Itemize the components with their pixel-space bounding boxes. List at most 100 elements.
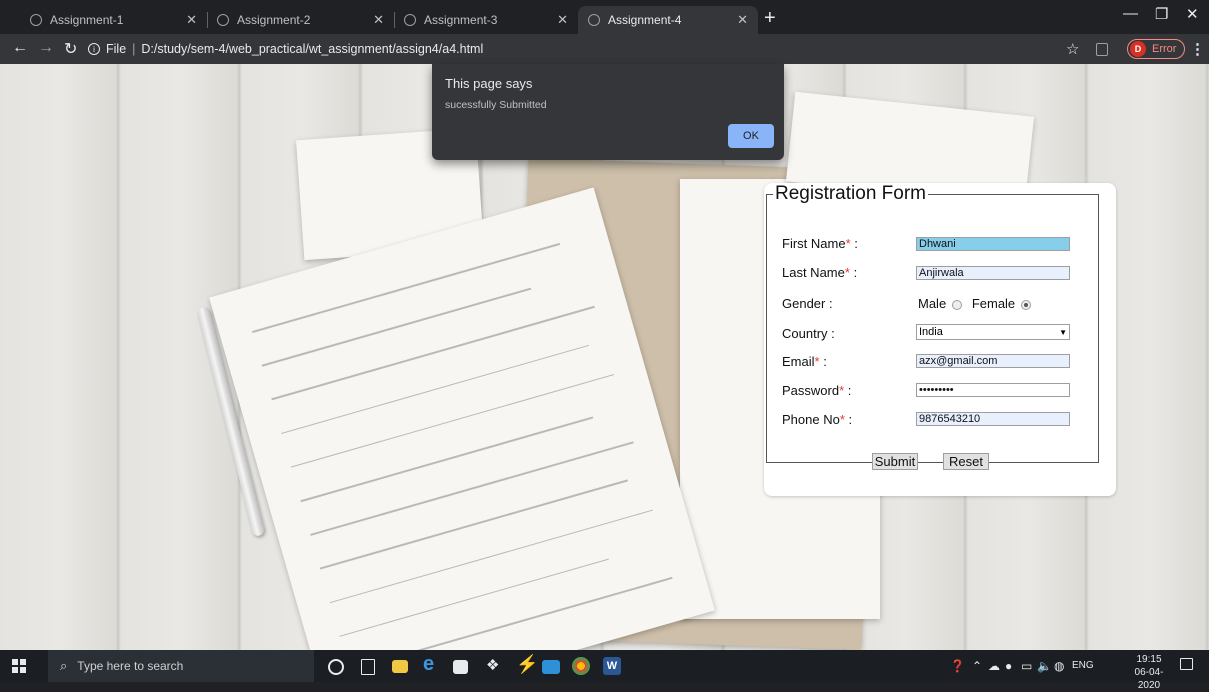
close-icon[interactable]: ✕ xyxy=(737,12,748,28)
globe-icon xyxy=(217,14,229,26)
first-name-input[interactable]: Dhwani xyxy=(916,237,1070,251)
colon: : xyxy=(823,354,827,369)
tab-strip: Assignment-1 ✕ Assignment-2 ✕ Assignment… xyxy=(0,0,1209,34)
phone-input[interactable]: 9876543210 xyxy=(916,412,1070,426)
required-mark: * xyxy=(845,236,851,251)
globe-icon xyxy=(588,14,600,26)
male-radio[interactable] xyxy=(952,299,963,310)
language-indicator[interactable]: ENG xyxy=(1072,660,1094,671)
gender-options: Male Female xyxy=(918,296,1037,311)
chevron-down-icon: ▼ xyxy=(1059,327,1067,337)
vscode-icon[interactable]: ⚡ xyxy=(516,654,538,674)
menu-icon[interactable]: ⋮ xyxy=(1190,40,1205,58)
alert-message: sucessfully Submitted xyxy=(445,99,547,111)
country-value: India xyxy=(919,326,943,338)
store-icon[interactable] xyxy=(453,660,468,674)
email-label: Email* : xyxy=(782,354,827,369)
reset-button[interactable]: Reset xyxy=(943,453,989,470)
colon: : xyxy=(848,412,853,427)
word-icon[interactable]: W xyxy=(603,657,621,675)
tab-title: Assignment-2 xyxy=(237,13,311,27)
female-radio[interactable] xyxy=(1021,299,1032,310)
clock-time: 19:15 xyxy=(1136,654,1162,665)
last-name-label: Last Name* : xyxy=(782,265,857,280)
close-window-icon[interactable]: ✕ xyxy=(1186,5,1199,23)
profile-status: Error xyxy=(1152,43,1177,55)
tab-assignment-1[interactable]: Assignment-1 ✕ xyxy=(20,6,208,34)
chrome-icon[interactable] xyxy=(572,657,590,675)
male-label: Male xyxy=(918,296,947,311)
country-select[interactable]: India ▼ xyxy=(916,324,1070,340)
restore-icon[interactable]: ❐ xyxy=(1155,5,1168,23)
info-icon[interactable]: i xyxy=(88,43,100,55)
profile-button[interactable]: D Error xyxy=(1127,39,1186,59)
label-text: Last Name xyxy=(782,265,845,280)
colon: : xyxy=(854,236,858,251)
colon: : xyxy=(853,265,858,280)
password-input[interactable]: ••••••••• xyxy=(916,383,1070,397)
required-mark: * xyxy=(839,412,845,427)
pdf-icon[interactable] xyxy=(1096,43,1108,56)
clock[interactable]: 19:15 06-04-2020 xyxy=(1128,653,1170,692)
minimize-icon[interactable]: — xyxy=(1123,5,1138,22)
help-icon[interactable]: ❓ xyxy=(950,659,965,673)
label-text: Gender xyxy=(782,296,826,311)
form-legend: Registration Form xyxy=(775,183,926,204)
colon: : xyxy=(831,326,835,341)
alert-title: This page says xyxy=(445,76,533,91)
chevron-up-icon[interactable]: ⌃ xyxy=(972,659,982,673)
taskbar-search[interactable]: ⌕ Type here to search xyxy=(48,650,314,682)
tab-assignment-4[interactable]: Assignment-4 ✕ xyxy=(578,6,758,34)
mail-icon[interactable] xyxy=(542,660,560,674)
tab-assignment-2[interactable]: Assignment-2 ✕ xyxy=(207,6,395,34)
clock-date: 06-04-2020 xyxy=(1134,667,1164,691)
label-text: Password xyxy=(782,383,840,398)
network-icon[interactable]: ◍ xyxy=(1054,659,1064,673)
address-bar[interactable]: i File | D:/study/sem-4/web_practical/wt… xyxy=(88,38,1068,60)
female-label: Female xyxy=(971,296,1016,311)
app-tray-icon[interactable]: ● xyxy=(1005,659,1012,673)
phone-label: Phone No* : xyxy=(782,412,852,427)
star-icon[interactable]: ☆ xyxy=(1066,40,1079,58)
last-name-input[interactable]: Anjirwala xyxy=(916,266,1070,280)
tab-title: Assignment-3 xyxy=(424,13,498,27)
colon: : xyxy=(847,383,852,398)
close-icon[interactable]: ✕ xyxy=(186,12,197,28)
tab-title: Assignment-4 xyxy=(608,13,682,27)
forward-icon[interactable]: → xyxy=(38,39,54,57)
file-explorer-icon[interactable] xyxy=(392,660,408,673)
close-icon[interactable]: ✕ xyxy=(373,12,384,28)
reload-icon[interactable]: ↻ xyxy=(64,39,77,59)
search-placeholder: Type here to search xyxy=(77,659,184,673)
speaker-icon[interactable]: 🔈 xyxy=(1037,659,1052,673)
onedrive-icon[interactable]: ☁ xyxy=(988,659,1000,673)
first-name-label: First Name* : xyxy=(782,236,858,251)
plus-icon[interactable]: + xyxy=(764,8,776,28)
label-text: First Name xyxy=(782,236,846,251)
dropbox-icon[interactable]: ❖ xyxy=(486,656,504,674)
alert-dialog: This page says sucessfully Submitted OK xyxy=(432,64,784,160)
required-mark: * xyxy=(814,354,820,369)
colon: : xyxy=(829,296,833,311)
edge-icon[interactable]: e xyxy=(423,653,441,675)
tab-title: Assignment-1 xyxy=(50,13,124,27)
close-icon[interactable]: ✕ xyxy=(557,12,568,28)
globe-icon xyxy=(30,14,42,26)
avatar: D xyxy=(1130,41,1146,57)
battery-icon[interactable]: ▭ xyxy=(1021,659,1032,673)
ok-button[interactable]: OK xyxy=(728,124,774,148)
tab-assignment-3[interactable]: Assignment-3 ✕ xyxy=(394,6,578,34)
email-input[interactable]: azx@gmail.com xyxy=(916,354,1070,368)
taskbar: ⌕ Type here to search e ❖ ⚡ W ❓ ⌃ ☁ ● ▭ … xyxy=(0,650,1209,691)
registration-form-card: Registration Form First Name* : Dhwani L… xyxy=(764,183,1116,496)
required-mark: * xyxy=(839,383,845,398)
notification-icon[interactable] xyxy=(1180,658,1193,670)
cortana-icon[interactable] xyxy=(328,659,344,675)
windows-start-icon[interactable] xyxy=(12,659,26,673)
scheme-label: File xyxy=(106,42,127,56)
label-text: Email xyxy=(782,354,815,369)
submit-button[interactable]: Submit xyxy=(872,453,918,470)
back-icon[interactable]: ← xyxy=(12,39,28,57)
country-label: Country : xyxy=(782,326,835,341)
task-view-icon[interactable] xyxy=(361,659,375,675)
